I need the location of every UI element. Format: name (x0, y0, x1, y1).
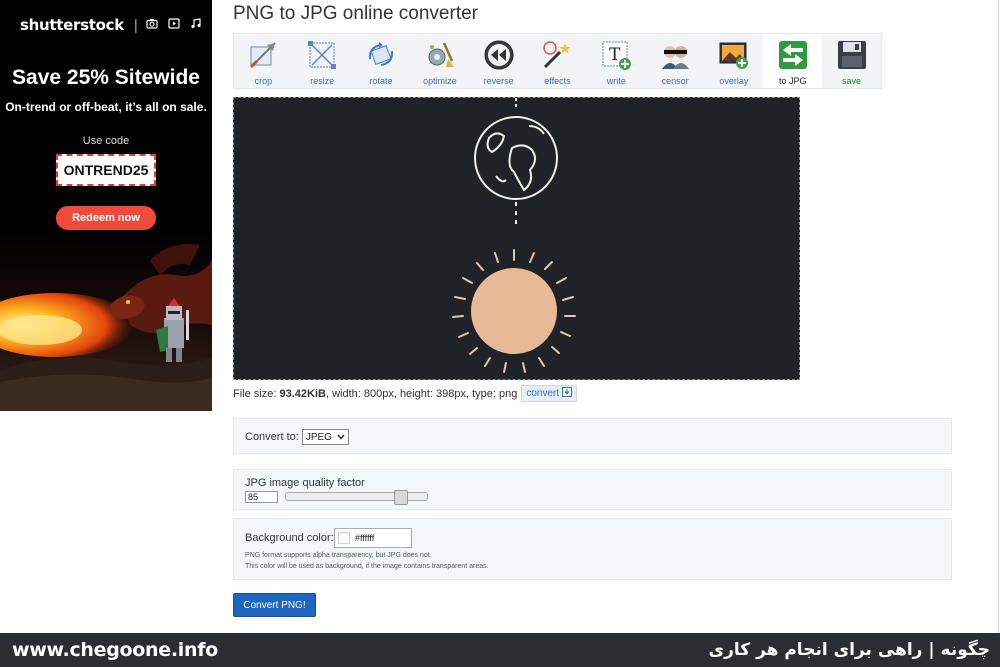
write-icon: T (600, 39, 632, 71)
effects-icon (541, 39, 573, 71)
overlay-icon (718, 39, 750, 71)
file-size-prefix: File size: (233, 387, 277, 400)
page-title: PNG to JPG online converter (233, 3, 478, 24)
tool-censor[interactable]: censor (646, 34, 705, 88)
convert-link-label: convert (526, 388, 560, 399)
ad-separator: | (133, 16, 138, 34)
censor-icon (659, 39, 691, 71)
tool-toolbar: crop resize rotate optimize reverse effe… (233, 33, 882, 89)
quality-label: JPG image quality factor (245, 477, 365, 489)
quality-input[interactable]: 85 (245, 491, 278, 503)
background-color-label: Background color: (245, 532, 334, 544)
ad-subheadline: On-trend or off-beat, it’s all on sale. (5, 100, 207, 114)
ad-promo-code: ONTREND25 (56, 154, 156, 186)
site-footer-banner: www.chegoone.info چگونه | راهی برای انجا… (0, 633, 1000, 667)
color-swatch[interactable] (338, 532, 350, 544)
page-edge-divider (998, 0, 999, 633)
crop-icon (247, 39, 279, 71)
tool-label: reverse (483, 76, 514, 86)
footer-site-url[interactable]: www.chegoone.info (12, 639, 218, 661)
alpha-note: PNG format supports alpha transparency, … (245, 552, 432, 559)
background-color-value: #ffffff (355, 533, 375, 543)
tool-save[interactable]: save (822, 34, 881, 88)
resize-icon (306, 39, 338, 71)
tool-label: optimize (423, 76, 457, 86)
tool-label: save (842, 76, 862, 86)
camera-icon (146, 18, 158, 32)
chevron-down-icon (337, 432, 345, 443)
download-icon (562, 387, 573, 400)
convert-to-label: Convert to: (245, 431, 299, 443)
earth-drawing (474, 116, 558, 200)
tool-resize[interactable]: resize (293, 34, 352, 88)
convert-format-link[interactable]: convert (521, 385, 578, 402)
format-select-value: JPEG (305, 431, 332, 443)
background-usage-note: This color will be used as background, i… (245, 563, 489, 570)
file-info: File size: 93.42KiB, width: 800px, heigh… (233, 385, 578, 402)
rotate-icon (365, 39, 397, 71)
ad-icon-group (146, 18, 201, 32)
tool-label: censor (661, 76, 689, 86)
ad-headline: Save 25% Sitewide (12, 66, 200, 89)
ad-use-code-label: Use code (82, 135, 130, 147)
video-icon (168, 18, 180, 32)
tool-label: resize (310, 76, 335, 86)
save-icon (836, 39, 868, 71)
quality-panel: JPG image quality factor 85 (233, 469, 952, 510)
optimize-icon (424, 39, 456, 71)
sun-drawing (452, 249, 576, 373)
page-root: shutterstock | Save 25% Sitewide On-tren… (0, 0, 1000, 667)
quality-slider[interactable] (285, 490, 428, 505)
convert-png-button[interactable]: Convert PNG! (233, 593, 316, 617)
to-jpg-icon (777, 39, 809, 71)
tool-optimize[interactable]: optimize (410, 34, 469, 88)
tool-label: effects (544, 76, 571, 86)
file-size-value: 93.42KiB (279, 387, 326, 400)
background-color-input[interactable]: #ffffff (334, 528, 412, 548)
ad-dragon-knight-illustration (0, 230, 212, 411)
tool-label: rotate (369, 76, 393, 86)
tool-label: overlay (719, 76, 749, 86)
reverse-icon (483, 39, 515, 71)
format-select[interactable]: JPEG (301, 429, 349, 445)
tool-crop[interactable]: crop (234, 34, 293, 88)
tool-label: write (606, 76, 626, 86)
ad-redeem-button[interactable]: Redeem now (56, 206, 156, 230)
tool-rotate[interactable]: rotate (352, 34, 411, 88)
background-color-panel: Background color: #ffffff PNG format sup… (233, 518, 952, 580)
ad-header: shutterstock | (0, 0, 212, 50)
tool-write[interactable]: T write (587, 34, 646, 88)
file-dimensions: , width: 800px, height: 398px, type: png (325, 387, 518, 400)
footer-tagline: چگونه | راهی برای انجام هر کاری (708, 640, 990, 660)
tool-reverse[interactable]: reverse (469, 34, 528, 88)
preview-illustration (452, 98, 576, 373)
tool-label: crop (254, 76, 273, 86)
tool-label: to JPG (778, 76, 807, 86)
convert-to-panel: Convert to: JPEG (233, 418, 952, 454)
tool-overlay[interactable]: overlay (705, 34, 764, 88)
image-preview (233, 97, 800, 380)
ad-logo: shutterstock (20, 16, 124, 34)
convert-to-row: Convert to: JPEG (245, 429, 349, 445)
music-icon (190, 18, 201, 32)
advertisement-banner[interactable]: shutterstock | Save 25% Sitewide On-tren… (0, 0, 212, 411)
tool-effects[interactable]: effects (528, 34, 587, 88)
svg-text:T: T (609, 45, 621, 65)
tool-to-jpg[interactable]: to JPG (763, 34, 823, 88)
quality-slider-thumb[interactable] (394, 490, 408, 505)
